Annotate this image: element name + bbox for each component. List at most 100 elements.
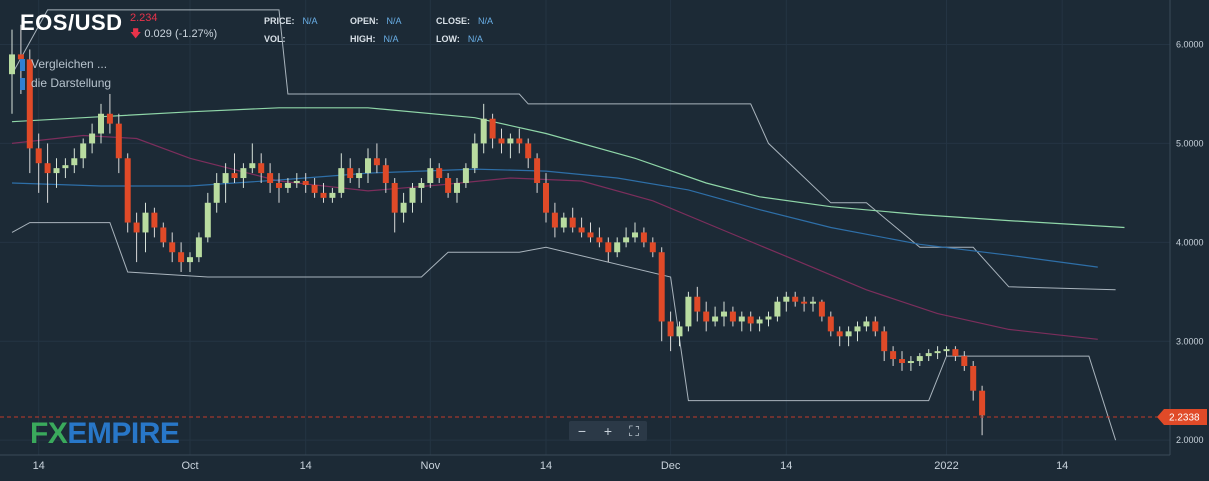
candle bbox=[614, 237, 621, 258]
candle bbox=[694, 286, 701, 322]
candle bbox=[845, 326, 852, 347]
candle bbox=[98, 103, 104, 144]
candle-body bbox=[240, 168, 247, 179]
candle-body bbox=[649, 242, 656, 253]
candle-body bbox=[462, 168, 469, 183]
candle-body bbox=[560, 217, 567, 228]
candle bbox=[160, 222, 167, 248]
candle-body bbox=[952, 349, 959, 357]
candle bbox=[587, 222, 594, 243]
candle-body bbox=[267, 173, 274, 183]
candle-body bbox=[676, 326, 683, 337]
price-change: 🡇 0.029 (-1.27%) bbox=[130, 25, 217, 44]
compare-menu[interactable]: Vergleichen ... bbox=[20, 57, 107, 71]
candle bbox=[854, 321, 861, 342]
candle bbox=[498, 128, 505, 154]
candle bbox=[916, 353, 923, 366]
candle-body bbox=[632, 232, 638, 238]
candle-body bbox=[44, 163, 51, 174]
candle bbox=[979, 385, 986, 436]
candle-body bbox=[365, 158, 371, 174]
candle-body bbox=[587, 232, 594, 238]
x-tick-label: 2022 bbox=[934, 460, 958, 472]
zoom-out-button[interactable]: − bbox=[569, 421, 595, 441]
candle-body bbox=[382, 165, 389, 183]
candle bbox=[195, 232, 202, 263]
candle bbox=[943, 346, 950, 357]
candle bbox=[115, 113, 122, 174]
candle bbox=[462, 163, 469, 188]
candle-body bbox=[703, 311, 710, 322]
candle-body bbox=[329, 192, 336, 198]
candle-body bbox=[53, 168, 60, 174]
display-menu[interactable]: die Darstellung bbox=[20, 76, 111, 90]
candle bbox=[685, 291, 692, 332]
candle-body bbox=[596, 237, 603, 243]
candle bbox=[658, 247, 665, 342]
candle-body bbox=[534, 158, 541, 183]
candle-body bbox=[623, 237, 630, 243]
candle bbox=[356, 168, 363, 188]
candle-body bbox=[480, 118, 487, 144]
x-tick-label: Nov bbox=[421, 460, 441, 472]
x-tick-label: Oct bbox=[181, 460, 198, 472]
candle-body bbox=[605, 242, 612, 253]
candle bbox=[454, 178, 460, 203]
display-marker-icon bbox=[20, 77, 25, 90]
zoom-in-button[interactable]: + bbox=[595, 421, 621, 441]
candle-body bbox=[712, 316, 719, 322]
candle bbox=[712, 306, 719, 327]
ohlc-low: LOW: N/A bbox=[436, 34, 483, 44]
candle bbox=[204, 192, 211, 243]
candle-body bbox=[9, 54, 15, 75]
price-axis: 6.0000 5.0000 4.0000 3.0000 2.0000 bbox=[1176, 40, 1204, 446]
arrow-down-icon: 🡇 bbox=[130, 28, 142, 40]
candle bbox=[703, 301, 710, 332]
candle-body bbox=[756, 319, 763, 324]
candle bbox=[231, 153, 238, 183]
candle-body bbox=[151, 212, 158, 228]
candle-body bbox=[471, 143, 478, 169]
candle bbox=[899, 351, 905, 371]
candle-body bbox=[195, 237, 202, 258]
candle-body bbox=[400, 202, 407, 213]
y-tick-label: 6.0000 bbox=[1176, 40, 1204, 50]
candle bbox=[71, 148, 78, 174]
candle bbox=[934, 346, 941, 360]
price-chart[interactable]: 6.0000 5.0000 4.0000 3.0000 2.0000 14 Oct 14 No… bbox=[0, 0, 1209, 481]
candle-body bbox=[721, 311, 727, 317]
candle-body bbox=[640, 232, 647, 243]
candle-body bbox=[729, 311, 736, 322]
candle bbox=[293, 173, 300, 188]
last-price: 2.234 bbox=[130, 12, 158, 24]
candle-body bbox=[293, 181, 300, 183]
candle bbox=[276, 173, 282, 203]
candle-body bbox=[881, 331, 888, 352]
candle bbox=[382, 158, 389, 193]
candle-body bbox=[409, 187, 416, 203]
candle-body bbox=[213, 182, 220, 203]
candle bbox=[836, 326, 843, 347]
candle bbox=[578, 217, 585, 238]
candle-body bbox=[115, 123, 122, 159]
candle-body bbox=[231, 173, 238, 179]
candle bbox=[605, 237, 612, 263]
candle bbox=[747, 311, 754, 332]
chart-grid bbox=[0, 0, 1170, 455]
candle-body bbox=[738, 316, 745, 322]
candle bbox=[258, 153, 265, 183]
candle bbox=[792, 291, 799, 307]
candle bbox=[302, 173, 309, 193]
candle-body bbox=[551, 212, 558, 228]
candle-body bbox=[98, 113, 104, 134]
y-tick-label: 3.0000 bbox=[1176, 336, 1204, 346]
candle bbox=[632, 222, 638, 243]
candle-body bbox=[818, 301, 825, 317]
candle bbox=[756, 316, 763, 332]
candle bbox=[516, 128, 523, 154]
candle bbox=[284, 178, 291, 193]
fullscreen-icon[interactable]: ⛶ bbox=[621, 421, 647, 441]
candle-body bbox=[863, 321, 870, 327]
current-price-label: 2.2338 bbox=[1169, 413, 1200, 424]
candle-body bbox=[774, 301, 781, 317]
